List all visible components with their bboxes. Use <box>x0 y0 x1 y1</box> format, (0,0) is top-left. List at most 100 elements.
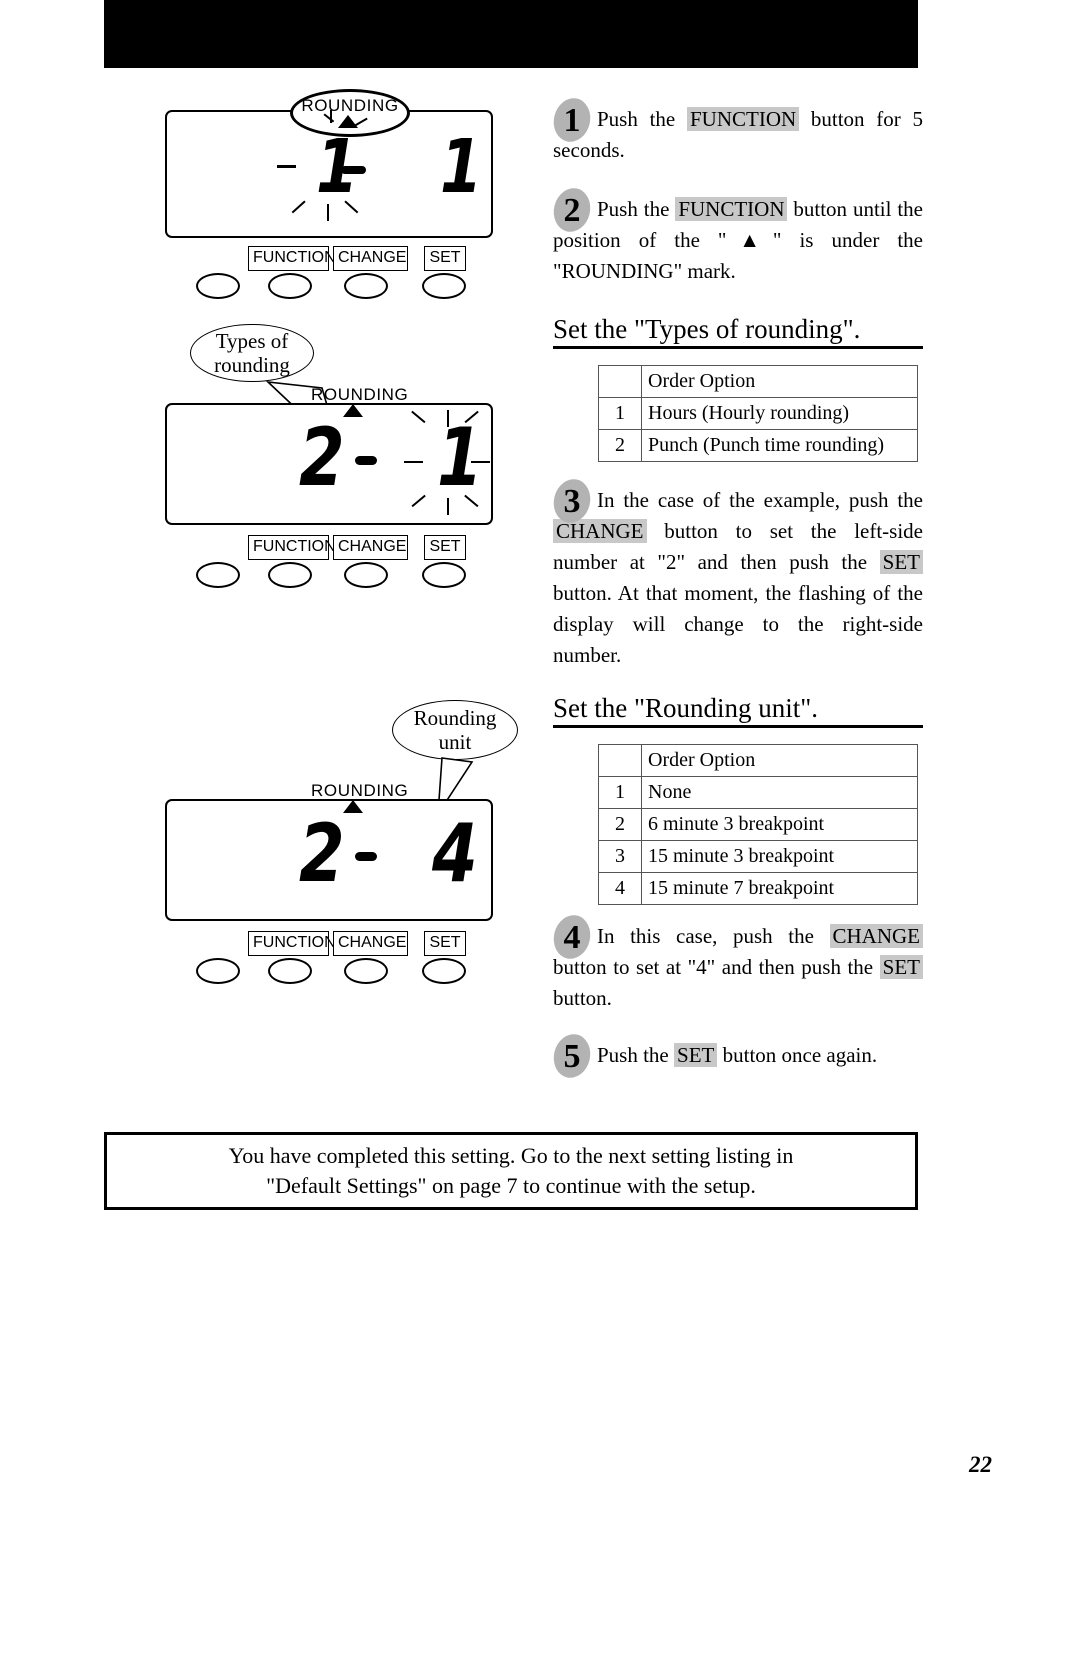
manual-page: ROUNDING 1 1 FUNCTION CHANGE SET Types o <box>0 0 1080 1669</box>
device-button-function-2[interactable] <box>268 562 312 588</box>
lcd-separator-3 <box>355 852 377 861</box>
step-5-number: 5 <box>552 1034 592 1080</box>
set-button-label-1[interactable]: SET <box>424 246 466 271</box>
table-cell-num: 4 <box>598 872 642 905</box>
flash-ray-icon <box>471 461 490 463</box>
table-cell-num: 2 <box>598 429 642 462</box>
lcd-right-digit-1: 1 <box>440 124 483 210</box>
step-3-part-3: button. At that moment, the flashing of … <box>553 581 923 668</box>
position-marker-triangle-3 <box>343 800 363 813</box>
step-4-number: 4 <box>552 915 592 961</box>
device-button-blank-2[interactable] <box>196 562 240 588</box>
change-button-label-3[interactable]: CHANGE <box>333 931 408 956</box>
callout-line-1: Types of <box>215 328 289 353</box>
step-4-text: In this case, push the CHANGE button to … <box>553 921 923 1014</box>
completion-notice-box: You have completed this setting. Go to t… <box>104 1132 918 1210</box>
lcd-left-digit-3: 2 <box>299 807 345 900</box>
section-heading-rule <box>553 725 923 729</box>
step-3-part-1: In the case of the example, push the <box>597 488 923 512</box>
step-1-text: Push the FUNCTION button for 5 seconds. <box>553 104 923 166</box>
device-button-set-2[interactable] <box>422 562 466 588</box>
step-1: 1 Push the FUNCTION button for 5 seconds… <box>553 102 923 166</box>
set-button-label-3[interactable]: SET <box>424 931 466 956</box>
table-cell-option: Hours (Hourly rounding) <box>641 397 918 430</box>
rounding-label-1: ROUNDING <box>301 96 399 115</box>
notice-line-1: You have completed this setting. Go to t… <box>228 1142 794 1168</box>
flash-ray-icon <box>447 498 449 515</box>
device-button-change-2[interactable] <box>344 562 388 588</box>
top-black-banner <box>104 0 918 68</box>
table-cell-option: 6 minute 3 breakpoint <box>641 808 918 841</box>
step-5: 5 Push the SET button once again. <box>553 1038 923 1075</box>
device-button-set-3[interactable] <box>422 958 466 984</box>
table-header-option: Order Option <box>641 365 918 398</box>
change-key-ref: CHANGE <box>829 924 923 948</box>
table-header-num <box>598 365 642 398</box>
table-rounding-unit: Order Option 1 None 2 6 minute 3 breakpo… <box>598 744 918 905</box>
device-button-function-1[interactable] <box>268 273 312 299</box>
set-key-ref: SET <box>674 1043 718 1067</box>
section-heading-text: Set the "Rounding unit". <box>553 693 819 723</box>
device-button-set-1[interactable] <box>422 273 466 299</box>
set-key-ref: SET <box>879 550 923 575</box>
table-row: 1 Hours (Hourly rounding) <box>598 397 918 430</box>
set-button-label-2[interactable]: SET <box>424 535 466 560</box>
step-4: 4 In this case, push the CHANGE button t… <box>553 919 923 1014</box>
position-marker-triangle-2 <box>343 404 363 417</box>
section-heading-text: Set the "Types of rounding". <box>553 314 861 344</box>
table-row: 3 15 minute 3 breakpoint <box>598 840 918 873</box>
function-button-label-1[interactable]: FUNCTION <box>248 246 336 271</box>
page-number: 22 <box>969 1452 992 1477</box>
step-1-number: 1 <box>552 98 592 144</box>
rounding-label-3: ROUNDING <box>311 781 409 800</box>
section-heading-rule <box>553 346 923 350</box>
table-header-row: Order Option <box>598 365 918 398</box>
flash-ray-icon <box>277 165 296 168</box>
change-button-label-1[interactable]: CHANGE <box>333 246 408 271</box>
function-button-label-3[interactable]: FUNCTION <box>248 931 336 956</box>
step-3-number: 3 <box>552 479 592 525</box>
change-button-label-2[interactable]: CHANGE <box>333 535 408 560</box>
table-cell-option: 15 minute 7 breakpoint <box>641 872 918 905</box>
device-button-blank-3[interactable] <box>196 958 240 984</box>
callout-line-1: Rounding <box>413 705 497 730</box>
lcd-separator-2 <box>355 456 377 465</box>
device-button-function-3[interactable] <box>268 958 312 984</box>
section-heading-types-of-rounding: Set the "Types of rounding". <box>553 313 923 350</box>
function-button-label-2[interactable]: FUNCTION <box>248 535 336 560</box>
step-5-text: Push the SET button once again. <box>553 1040 923 1071</box>
flash-ray-icon <box>404 461 423 463</box>
step-2-part-1: Push the <box>597 197 676 221</box>
lcd-separator-1 <box>341 166 366 174</box>
flash-ray-icon <box>330 110 332 123</box>
step-4-part-3: button. <box>553 986 612 1011</box>
step-1-part-1: Push the <box>597 107 687 131</box>
table-header-option: Order Option <box>641 744 918 777</box>
table-cell-num: 1 <box>598 397 642 430</box>
flash-ray-icon <box>447 410 449 427</box>
table-row: 4 15 minute 7 breakpoint <box>598 872 918 905</box>
step-4-part-2: button to set at "4" and then push the <box>553 955 880 980</box>
device-button-change-3[interactable] <box>344 958 388 984</box>
lcd-left-digit-2: 2 <box>299 411 345 504</box>
table-cell-option: Punch (Punch time rounding) <box>641 429 918 462</box>
table-row: 2 Punch (Punch time rounding) <box>598 429 918 462</box>
function-key-ref: FUNCTION <box>675 197 788 221</box>
set-key-ref: SET <box>879 955 923 980</box>
section-heading-rounding-unit: Set the "Rounding unit". <box>553 692 923 729</box>
device-button-blank-1[interactable] <box>196 273 240 299</box>
table-row: 2 6 minute 3 breakpoint <box>598 808 918 841</box>
step-4-part-1: In this case, push the <box>597 924 830 948</box>
flash-ray-icon <box>327 204 329 221</box>
table-cell-num: 3 <box>598 840 642 873</box>
notice-line-2: "Default Settings" on page 7 to continue… <box>266 1173 756 1198</box>
table-cell-option: None <box>641 776 918 809</box>
step-2-text: Push the FUNCTION button until the posit… <box>553 194 923 287</box>
table-header-num <box>598 744 642 777</box>
table-types-of-rounding: Order Option 1 Hours (Hourly rounding) 2… <box>598 365 918 462</box>
step-3-text: In the case of the example, push the CHA… <box>553 485 923 671</box>
device-button-change-1[interactable] <box>344 273 388 299</box>
table-cell-num: 1 <box>598 776 642 809</box>
step-2-number: 2 <box>552 188 592 234</box>
step-2: 2 Push the FUNCTION button until the pos… <box>553 192 923 287</box>
